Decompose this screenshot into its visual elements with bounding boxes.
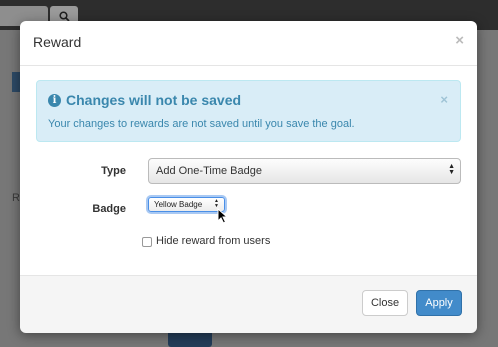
type-label: Type <box>101 165 126 177</box>
type-select[interactable]: Add One-Time Badge ▲ ▼ <box>148 158 461 184</box>
badge-select[interactable]: Yellow Badge ▲ ▼ <box>148 197 225 212</box>
modal-title: Reward <box>33 34 82 50</box>
apply-button[interactable]: Apply <box>416 290 462 316</box>
info-alert: i Changes will not be saved × Your chang… <box>36 80 461 142</box>
close-button[interactable]: Close <box>362 290 408 316</box>
hide-reward-checkbox[interactable] <box>142 237 152 247</box>
modal-close-icon[interactable]: × <box>455 32 464 49</box>
badge-label: Badge <box>92 203 126 215</box>
modal-footer: Close Apply <box>20 275 477 333</box>
alert-title: Changes will not be saved <box>66 92 242 108</box>
hide-reward-label: Hide reward from users <box>156 235 271 247</box>
reward-modal: Reward × i Changes will not be saved × Y… <box>20 21 477 333</box>
select-arrows-icon: ▲ ▼ <box>448 163 455 176</box>
modal-header: Reward × <box>20 21 477 66</box>
info-circle-icon: i <box>48 94 61 107</box>
mouse-cursor-icon <box>217 208 229 224</box>
badge-select-value: Yellow Badge <box>154 200 203 209</box>
background-label: R <box>12 192 20 204</box>
type-select-value: Add One-Time Badge <box>156 165 262 177</box>
alert-message: Your changes to rewards are not saved un… <box>48 118 355 130</box>
alert-close-icon[interactable]: × <box>440 92 448 107</box>
